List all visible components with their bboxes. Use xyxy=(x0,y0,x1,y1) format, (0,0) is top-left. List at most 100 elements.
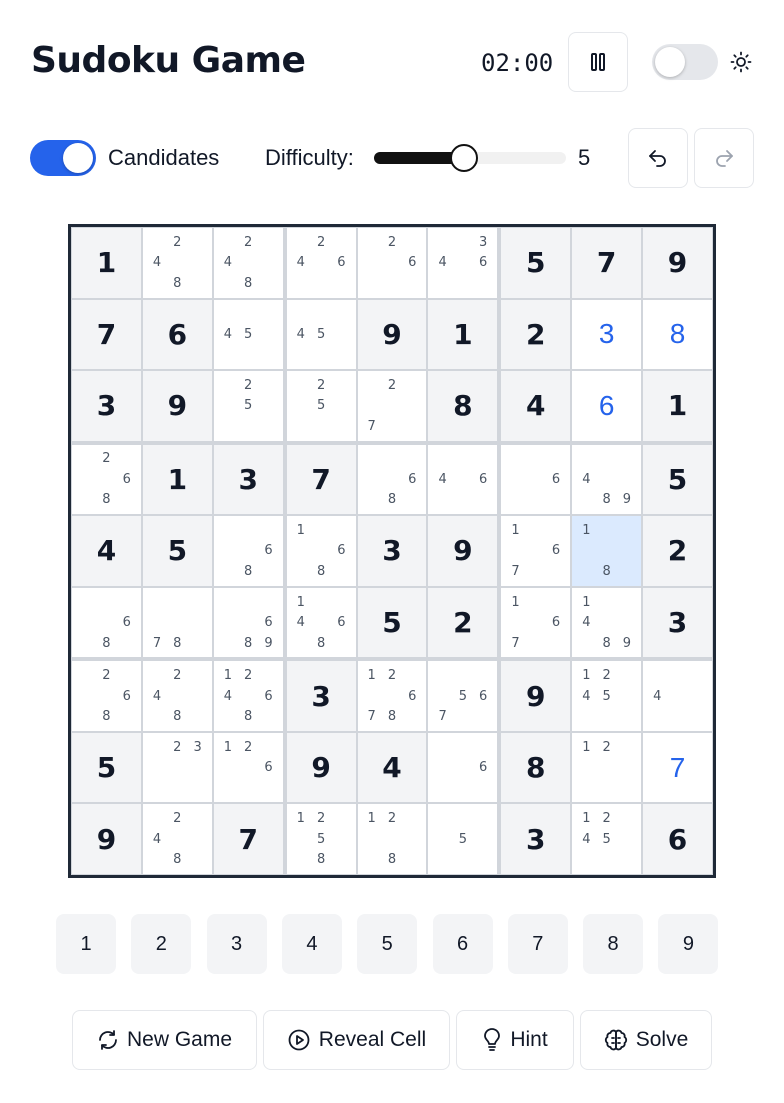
sudoku-cell[interactable]: 1 xyxy=(428,299,498,370)
sudoku-cell[interactable]: 18 xyxy=(572,516,642,586)
sudoku-cell[interactable]: 1 6 7 xyxy=(501,516,571,586)
sudoku-cell[interactable]: 6 xyxy=(572,371,642,441)
sudoku-cell[interactable]: 68 xyxy=(213,516,283,586)
sudoku-cell[interactable]: 9 xyxy=(72,804,141,874)
reveal-cell-button[interactable]: Reveal Cell xyxy=(263,1010,450,1070)
sudoku-cell[interactable]: 9 xyxy=(142,371,212,441)
sudoku-cell[interactable]: 1 xyxy=(142,444,212,515)
sudoku-cell[interactable]: 248 xyxy=(142,661,212,731)
sudoku-cell[interactable]: 5 xyxy=(501,228,571,298)
sudoku-cell[interactable]: 3 xyxy=(643,587,712,658)
sudoku-cell[interactable]: 9 xyxy=(286,732,356,803)
sudoku-cell[interactable]: 6 xyxy=(428,732,498,803)
sudoku-cell[interactable]: 3 xyxy=(213,444,283,515)
sudoku-cell[interactable]: 12 xyxy=(572,732,642,803)
sudoku-cell[interactable]: 9 xyxy=(501,661,571,731)
sudoku-cell[interactable]: 126 78 xyxy=(357,661,427,731)
sudoku-cell[interactable]: 3 xyxy=(572,299,642,370)
new-game-button[interactable]: New Game xyxy=(72,1010,257,1070)
difficulty-slider-thumb[interactable] xyxy=(449,144,478,172)
sudoku-cell[interactable]: 25 xyxy=(286,371,356,441)
sudoku-cell[interactable]: 9 xyxy=(643,228,712,298)
number-button-1[interactable]: 1 xyxy=(56,914,116,974)
sudoku-cell[interactable]: 26 xyxy=(357,228,427,298)
sudoku-cell[interactable]: 5 xyxy=(643,444,712,515)
number-button-2[interactable]: 2 xyxy=(131,914,192,974)
sudoku-cell[interactable]: 2 xyxy=(643,516,712,586)
theme-toggle[interactable] xyxy=(652,44,718,80)
sudoku-cell[interactable]: 489 xyxy=(572,444,642,515)
pause-button[interactable] xyxy=(568,32,628,92)
sudoku-cell[interactable]: 3 xyxy=(286,661,356,731)
sudoku-cell[interactable]: 7 xyxy=(572,228,642,298)
sudoku-cell[interactable]: 7 xyxy=(72,299,141,370)
number-button-6[interactable]: 6 xyxy=(432,914,493,974)
sudoku-cell[interactable]: 68 xyxy=(72,587,141,658)
sudoku-cell[interactable]: 126 xyxy=(213,732,283,803)
number-button-9[interactable]: 9 xyxy=(658,914,719,974)
undo-button[interactable] xyxy=(628,128,688,188)
sudoku-cell[interactable]: 45 xyxy=(213,299,283,370)
sudoku-cell[interactable]: 12 8 xyxy=(357,804,427,874)
sudoku-cell[interactable]: 7 xyxy=(286,444,356,515)
sudoku-cell[interactable]: 4 xyxy=(501,371,571,441)
sudoku-cell[interactable]: 1 68 xyxy=(286,516,356,586)
sudoku-cell[interactable]: 27 xyxy=(357,371,427,441)
sudoku-cell[interactable]: 8 xyxy=(501,732,571,803)
sudoku-cell[interactable]: 24 6 xyxy=(286,228,356,298)
sudoku-cell[interactable]: 1 6 7 xyxy=(501,587,571,658)
sudoku-cell[interactable]: 56 7 xyxy=(428,661,498,731)
sudoku-cell[interactable]: 23 xyxy=(142,732,212,803)
number-button-4[interactable]: 4 xyxy=(281,914,342,974)
sudoku-cell[interactable]: 689 xyxy=(213,587,283,658)
sudoku-cell[interactable]: 248 xyxy=(142,228,212,298)
sudoku-cell[interactable]: 3 xyxy=(501,804,571,874)
sudoku-cell[interactable]: 7 xyxy=(643,732,712,803)
sudoku-cell[interactable]: 46 xyxy=(428,444,498,515)
sudoku-cell[interactable]: 9 xyxy=(357,299,427,370)
sudoku-cell[interactable]: 2 xyxy=(501,299,571,370)
sudoku-cell[interactable]: 6 xyxy=(501,444,571,515)
sudoku-cell[interactable]: 1245 xyxy=(572,661,642,731)
sudoku-cell[interactable]: 1 489 xyxy=(572,587,642,658)
sudoku-cell[interactable]: 268 xyxy=(72,661,141,731)
solve-button[interactable]: Solve xyxy=(580,1010,712,1070)
sudoku-cell[interactable]: 5 xyxy=(357,587,427,658)
sudoku-cell[interactable]: 6 xyxy=(643,804,712,874)
sudoku-cell[interactable]: 3 xyxy=(357,516,427,586)
sudoku-cell[interactable]: 6 xyxy=(142,299,212,370)
sudoku-cell[interactable]: 7 xyxy=(213,804,283,874)
sudoku-cell[interactable]: 8 xyxy=(643,299,712,370)
sudoku-cell[interactable]: 5 xyxy=(72,732,141,803)
sudoku-cell[interactable]: 4 xyxy=(643,661,712,731)
sudoku-cell[interactable]: 78 xyxy=(142,587,212,658)
number-button-8[interactable]: 8 xyxy=(583,914,644,974)
sudoku-cell[interactable]: 8 xyxy=(428,371,498,441)
sudoku-cell[interactable]: 5 xyxy=(142,516,212,586)
sudoku-cell[interactable]: 25 xyxy=(213,371,283,441)
sudoku-cell[interactable]: 1 xyxy=(72,228,141,298)
sudoku-cell[interactable]: 3 4 6 xyxy=(428,228,498,298)
candidates-toggle[interactable] xyxy=(30,140,96,176)
sudoku-cell[interactable]: 248 xyxy=(213,228,283,298)
sudoku-cell[interactable]: 4 xyxy=(72,516,141,586)
sudoku-cell[interactable]: 4 xyxy=(357,732,427,803)
number-button-7[interactable]: 7 xyxy=(507,914,568,974)
sudoku-cell[interactable]: 3 xyxy=(72,371,141,441)
sudoku-cell[interactable]: 9 xyxy=(428,516,498,586)
redo-button[interactable] xyxy=(694,128,754,188)
number-button-5[interactable]: 5 xyxy=(357,914,418,974)
number-button-3[interactable]: 3 xyxy=(206,914,267,974)
sudoku-cell[interactable]: 12 5 8 xyxy=(286,804,356,874)
sudoku-cell[interactable]: 248 xyxy=(142,804,212,874)
sudoku-cell[interactable]: 2 xyxy=(428,587,498,658)
sudoku-cell[interactable]: 5 xyxy=(428,804,498,874)
sudoku-cell[interactable]: 45 xyxy=(286,299,356,370)
sudoku-cell[interactable]: 1 xyxy=(643,371,712,441)
sudoku-cell[interactable]: 124 68 xyxy=(213,661,283,731)
sudoku-cell[interactable]: 1245 xyxy=(572,804,642,874)
sudoku-cell[interactable]: 68 xyxy=(357,444,427,515)
hint-button[interactable]: Hint xyxy=(456,1010,574,1070)
sudoku-cell[interactable]: 1 4 68 xyxy=(286,587,356,658)
sudoku-cell[interactable]: 268 xyxy=(72,444,141,515)
